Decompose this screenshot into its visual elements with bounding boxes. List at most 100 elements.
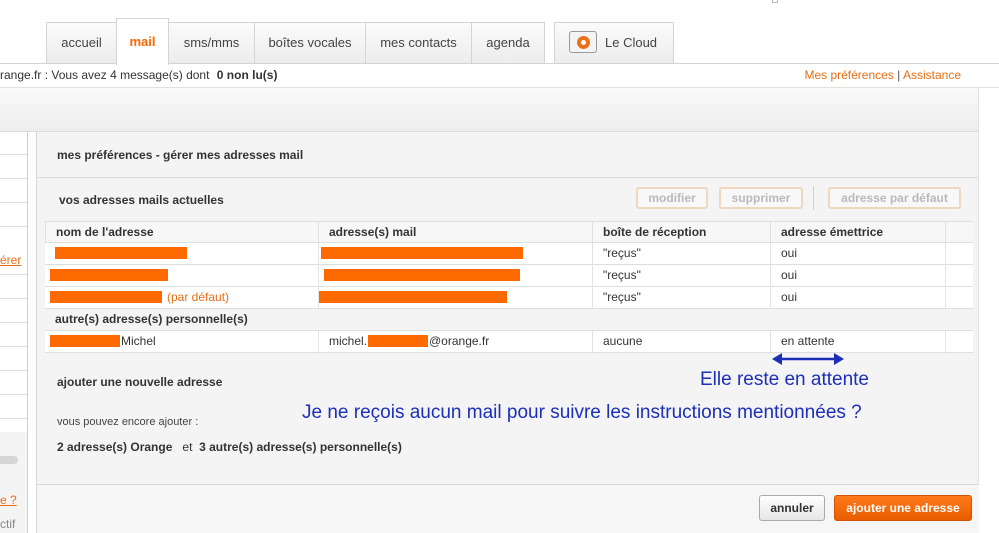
default-address-label: (par défaut) xyxy=(167,290,230,304)
extra-cell xyxy=(945,265,973,287)
quota-personal: 3 autre(s) adresse(s) personnelle(s) xyxy=(199,440,402,454)
unread-count: 0 non lu(s) xyxy=(216,68,278,82)
table-row[interactable]: Michel michel. @orange.fr aucune en atten… xyxy=(45,331,973,353)
address-name-cell: (par défaut) xyxy=(45,287,318,309)
address-email-cell xyxy=(318,287,592,309)
redacted-block xyxy=(55,247,187,259)
toolbar-band xyxy=(0,88,978,132)
inbox-cell: "reçus" xyxy=(592,243,770,265)
tab-accueil[interactable]: accueil xyxy=(46,22,117,64)
double-arrow-icon xyxy=(772,353,844,365)
add-address-title: ajouter une nouvelle adresse xyxy=(57,375,223,389)
tab-agenda[interactable]: agenda xyxy=(471,22,545,64)
sidebar-scroll-handle[interactable] xyxy=(0,456,18,464)
extra-cell xyxy=(945,331,973,353)
window-marker xyxy=(772,0,778,3)
quota-and: et xyxy=(182,440,193,454)
message-summary: range.fr : Vous avez 4 message(s) dont 0… xyxy=(0,64,277,86)
tab-boites-vocales[interactable]: boîtes vocales xyxy=(254,22,366,64)
sender-cell: oui xyxy=(770,287,945,309)
address-email-cell xyxy=(318,265,592,287)
folder-divider xyxy=(0,298,27,299)
address-email-cell: michel. @orange.fr xyxy=(318,331,592,353)
address-name-cell xyxy=(45,243,318,265)
column-header-sender: adresse émettrice xyxy=(770,222,945,244)
folder-divider xyxy=(0,274,27,275)
action-footer: annuler ajouter une adresse xyxy=(37,484,979,533)
address-name-cell: Michel xyxy=(45,331,318,353)
redacted-block xyxy=(319,291,507,303)
title-divider xyxy=(37,177,979,178)
folder-divider xyxy=(0,370,27,371)
page-title: mes préférences - gérer mes adresses mai… xyxy=(57,148,304,162)
inbox-cell: "reçus" xyxy=(592,265,770,287)
tab-mes-contacts[interactable]: mes contacts xyxy=(365,22,472,64)
sender-cell: oui xyxy=(770,265,945,287)
message-summary-text: range.fr : Vous avez 4 message(s) dont xyxy=(0,68,213,82)
button-separator xyxy=(813,186,814,210)
tab-mail[interactable]: mail xyxy=(116,18,169,65)
preferences-panel: mes préférences - gérer mes adresses mai… xyxy=(36,132,979,533)
personal-email-domain: @orange.fr xyxy=(429,334,490,348)
inbox-cell: aucune xyxy=(592,331,770,353)
tab-sms-mms[interactable]: sms/mms xyxy=(168,22,255,64)
link-separator: | xyxy=(897,68,901,82)
personal-name-text: Michel xyxy=(121,334,156,348)
folder-divider xyxy=(0,418,27,419)
status-bar: range.fr : Vous avez 4 message(s) dont 0… xyxy=(0,63,999,88)
folder-divider xyxy=(0,178,27,179)
address-email-cell xyxy=(318,243,592,265)
default-address-button[interactable]: adresse par défaut xyxy=(828,187,961,209)
add-address-subtitle: vous pouvez encore ajouter : xyxy=(57,416,199,428)
modify-button[interactable]: modifier xyxy=(636,187,708,209)
redacted-block xyxy=(324,269,520,281)
table-row[interactable]: "reçus" oui xyxy=(45,243,973,265)
redacted-block xyxy=(50,335,120,347)
folder-sidebar xyxy=(0,132,28,533)
delete-button[interactable]: supprimer xyxy=(719,187,803,209)
preferences-link[interactable]: Mes préférences xyxy=(804,68,893,82)
redacted-block xyxy=(368,335,428,347)
cancel-button[interactable]: annuler xyxy=(759,495,825,521)
folder-divider xyxy=(0,202,27,203)
table-row[interactable]: "reçus" oui xyxy=(45,265,973,287)
group-label: autre(s) adresse(s) personnelle(s) xyxy=(55,312,248,326)
sidebar-status-text: ctif xyxy=(0,517,16,531)
tab-le-cloud[interactable]: Le Cloud xyxy=(554,22,674,64)
column-header-inbox: boîte de réception xyxy=(592,222,770,244)
main-tab-bar: accueil mail sms/mms boîtes vocales mes … xyxy=(0,0,999,65)
column-header-extra xyxy=(945,222,973,244)
extra-cell xyxy=(945,287,973,309)
column-header-email: adresse(s) mail xyxy=(318,222,592,244)
sender-cell: oui xyxy=(770,243,945,265)
sender-cell-status: en attente xyxy=(770,331,945,353)
assistance-link[interactable]: Assistance xyxy=(903,68,961,82)
sidebar-help-link[interactable]: e ? xyxy=(0,493,17,507)
folder-list xyxy=(0,132,27,432)
redacted-block xyxy=(321,247,523,259)
personal-email-prefix: michel. xyxy=(329,334,368,348)
folder-divider xyxy=(0,346,27,347)
folder-divider xyxy=(0,322,27,323)
folder-divider xyxy=(0,154,27,155)
folder-divider xyxy=(0,226,27,227)
extra-cell xyxy=(945,243,973,265)
table-header: nom de l'adresse adresse(s) mail boîte d… xyxy=(45,221,973,244)
inbox-cell: "reçus" xyxy=(592,287,770,309)
column-header-name: nom de l'adresse xyxy=(45,222,318,244)
header-links: Mes préférences | Assistance xyxy=(804,64,961,86)
add-address-button[interactable]: ajouter une adresse xyxy=(834,495,972,521)
section-title-current-addresses: vos adresses mails actuelles xyxy=(59,193,224,207)
manage-folders-link[interactable]: érer xyxy=(0,253,21,267)
quota-orange: 2 adresse(s) Orange xyxy=(57,440,173,454)
folder-divider xyxy=(0,394,27,395)
right-scroll-strip xyxy=(978,88,999,533)
tab-le-cloud-label: Le Cloud xyxy=(605,35,658,50)
table-row[interactable]: (par défaut) "reçus" oui xyxy=(45,287,973,309)
remaining-quota: 2 adresse(s) Orange et 3 autre(s) adress… xyxy=(57,440,402,454)
group-row-personal: autre(s) adresse(s) personnelle(s) xyxy=(45,309,973,331)
annotation-question: Je ne reçois aucun mail pour suivre les … xyxy=(302,402,862,423)
address-name-cell xyxy=(45,265,318,287)
annotation-pending: Elle reste en attente xyxy=(700,369,869,390)
redacted-block xyxy=(50,269,168,281)
